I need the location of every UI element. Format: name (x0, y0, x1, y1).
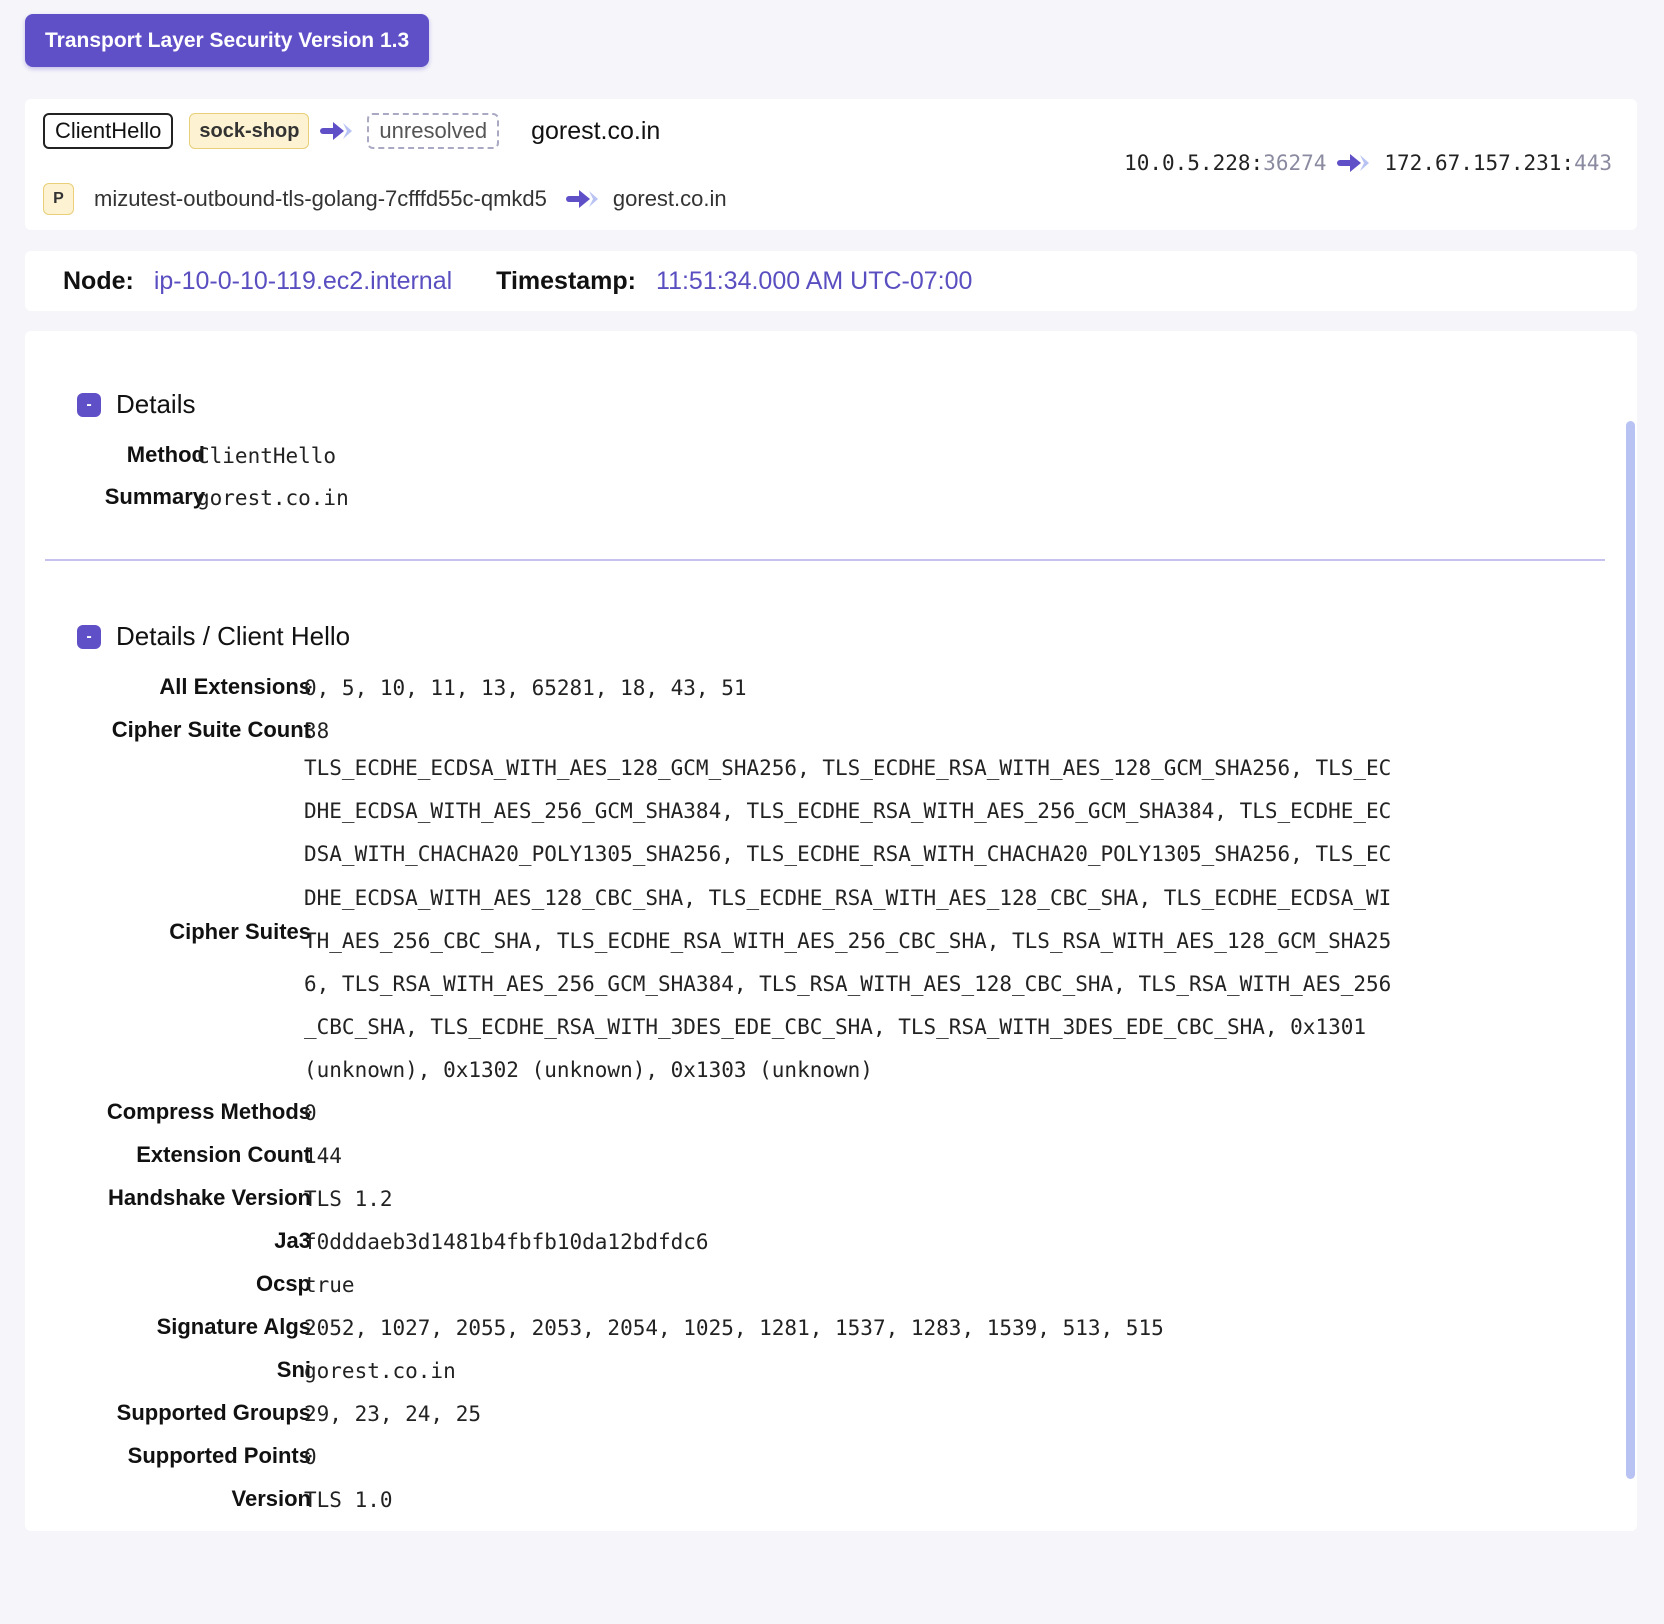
cipher-suites-label: Cipher Suites (169, 919, 311, 944)
details-scrollbar[interactable] (1626, 421, 1635, 1479)
pod-destination[interactable]: gorest.co.in (613, 186, 727, 212)
supported-groups-label: Supported Groups (116, 1400, 311, 1425)
destination-host: gorest.co.in (531, 116, 661, 145)
section-divider (45, 559, 1605, 561)
summary-row: ClientHello sock-shop unresolved gorest.… (43, 113, 660, 149)
all-extensions-label: All Extensions (159, 674, 311, 699)
version-value[interactable]: TLS 1.0 (304, 1488, 393, 1512)
method-label: Method (126, 442, 205, 467)
destination-ip[interactable]: 172.67.157.231 (1384, 151, 1561, 175)
compress-methods-value[interactable]: 0 (304, 1101, 317, 1125)
protocol-badge: Transport Layer Security Version 1.3 (25, 14, 430, 67)
client-hello-section-header[interactable]: - Details / Client Hello (77, 621, 350, 652)
compress-methods-label: Compress Methods (106, 1099, 311, 1124)
sni-value[interactable]: gorest.co.in (304, 1359, 456, 1383)
details-panel: - Details Method ClientHello Summary gor… (25, 331, 1637, 1531)
supported-points-value[interactable]: 0 (304, 1445, 317, 1469)
flow-arrow-icon (1336, 152, 1374, 174)
destination-port[interactable]: 443 (1574, 151, 1612, 175)
endpoints: 10.0.5.228:36274 172.67.157.231:443 (1124, 151, 1612, 175)
cipher-suite-count-label: Cipher Suite Count (111, 717, 311, 742)
summary-label: Summary (104, 484, 205, 509)
pod-tag: P (43, 183, 74, 215)
entry-detail-page: Transport Layer Security Version 1.3 Cli… (0, 0, 1664, 1624)
summary-value[interactable]: gorest.co.in (197, 486, 349, 510)
supported-groups-value[interactable]: 29, 23, 24, 25 (304, 1402, 481, 1426)
cipher-suite-count-value[interactable]: 38 (304, 719, 329, 743)
signature-algs-value[interactable]: 2052, 1027, 2055, 2053, 2054, 1025, 1281… (304, 1316, 1164, 1340)
method-tag[interactable]: ClientHello (43, 113, 174, 149)
summary-card: ClientHello sock-shop unresolved gorest.… (25, 99, 1637, 230)
details-section-header[interactable]: - Details (77, 389, 195, 420)
handshake-version-value[interactable]: TLS 1.2 (304, 1187, 393, 1211)
handshake-version-label: Handshake Version (108, 1185, 311, 1210)
pod-row: P mizutest-outbound-tls-golang-7cfffd55c… (43, 183, 727, 215)
collapse-icon[interactable]: - (77, 392, 101, 417)
extension-count-value[interactable]: 144 (304, 1144, 342, 1168)
flow-arrow-icon (319, 120, 357, 142)
timestamp-value[interactable]: 11:51:34.000 AM UTC-07:00 (656, 267, 972, 296)
supported-points-label: Supported Points (127, 1443, 311, 1468)
timestamp-label: Timestamp: (496, 266, 637, 295)
ja3-value[interactable]: f0dddaeb3d1481b4fbfb10da12bdfdc6 (304, 1230, 709, 1254)
method-value[interactable]: ClientHello (197, 444, 336, 468)
collapse-icon[interactable]: - (77, 624, 101, 649)
source-port[interactable]: 36274 (1263, 151, 1326, 175)
ocsp-value[interactable]: true (304, 1273, 355, 1297)
node-bar: Node: ip-10-0-10-119.ec2.internal Timest… (25, 251, 1637, 311)
unresolved-tag[interactable]: unresolved (367, 113, 500, 149)
extension-count-label: Extension Count (136, 1142, 311, 1167)
cipher-suites-value[interactable]: TLS_ECDHE_ECDSA_WITH_AES_128_GCM_SHA256,… (304, 747, 1391, 1093)
source-colon: : (1250, 151, 1264, 175)
ocsp-label: Ocsp (255, 1271, 311, 1296)
node-label: Node: (63, 266, 134, 295)
flow-arrow-icon (565, 188, 603, 210)
namespace-tag[interactable]: sock-shop (189, 113, 310, 149)
source-ip[interactable]: 10.0.5.228 (1124, 151, 1250, 175)
signature-algs-label: Signature Algs (156, 1314, 311, 1339)
version-label: Version (231, 1486, 311, 1511)
details-section-title: Details (116, 389, 196, 419)
all-extensions-value[interactable]: 0, 5, 10, 11, 13, 65281, 18, 43, 51 (304, 676, 747, 700)
node-value[interactable]: ip-10-0-10-119.ec2.internal (154, 267, 452, 296)
pod-name[interactable]: mizutest-outbound-tls-golang-7cfffd55c-q… (94, 186, 547, 212)
destination-colon: : (1561, 151, 1575, 175)
client-hello-section-title: Details / Client Hello (116, 621, 351, 651)
